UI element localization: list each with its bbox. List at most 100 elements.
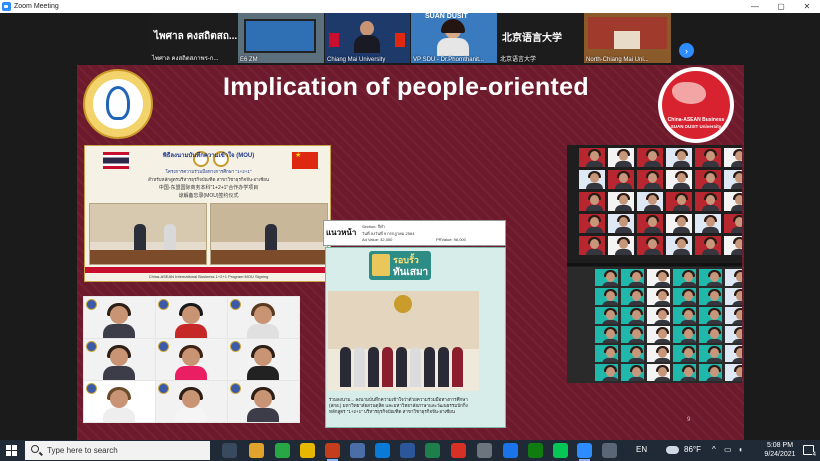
- class-video-tile: [637, 214, 663, 233]
- excel-icon[interactable]: [425, 443, 440, 458]
- shared-screen-slide: Implication of people-oriented China-ASE…: [77, 65, 744, 440]
- newspaper-ad-value: Ad Value: 32,000: [362, 237, 393, 242]
- participant-video: [360, 21, 374, 36]
- class-video-tile: [699, 364, 722, 381]
- pdf-reader-icon[interactable]: [451, 443, 466, 458]
- class-video-tile: [579, 192, 605, 211]
- word-icon[interactable]: [400, 443, 415, 458]
- mou-thai-title: พิธีลงนามบันทึกความเข้าใจ (MOU): [162, 153, 255, 159]
- class-video-tile: [608, 170, 634, 189]
- task-view-icon[interactable]: [222, 443, 237, 458]
- student-video-tile: [84, 297, 155, 338]
- taskbar-search-box[interactable]: Type here to search: [25, 441, 210, 460]
- xbox-icon[interactable]: [528, 443, 543, 458]
- mou-thai-subtitle: โครงการความร่วมมือทางการศึกษา "1+2+1": [165, 169, 252, 174]
- class-video-tile: [608, 192, 634, 211]
- chrome-icon[interactable]: [249, 443, 264, 458]
- class-video-tile: [724, 236, 742, 255]
- mou-chinese-line1: 中国-东盟国际商务本科"1+2+1"合作办学项目: [158, 185, 259, 191]
- volume-icon[interactable]: ◖: [738, 445, 743, 454]
- class-video-tile: [673, 307, 696, 324]
- line-app-icon[interactable]: [275, 443, 290, 458]
- china-asean-business-logo: China-ASEAN Business SUAN DUSIT Universi…: [658, 67, 734, 143]
- file-explorer-icon[interactable]: [300, 443, 315, 458]
- network-icon[interactable]: ▭: [724, 445, 732, 454]
- participant-name: Chiang Mai University: [327, 57, 386, 63]
- tray-chevron-icon[interactable]: ^: [712, 445, 716, 454]
- slide-page-number: 9: [687, 417, 691, 423]
- suan-dusit-university-logo: [83, 69, 153, 139]
- class-video-tile: [725, 364, 742, 381]
- participant-tile[interactable]: ไพศาล คงสถิตสถ... ไพศาล คงสถิตสภาพร-ก...: [150, 13, 237, 63]
- participant-display-name: ไพศาล คงสถิตสถ...: [154, 31, 237, 42]
- windows-start-icon[interactable]: [6, 445, 17, 456]
- participant-gallery-strip: ไพศาล คงสถิตสถ... ไพศาล คงสถิตสภาพร-ก...…: [0, 13, 820, 65]
- media-player-icon[interactable]: [350, 443, 365, 458]
- online-class-screenshots: [567, 145, 742, 383]
- class-video-tile: [595, 364, 618, 381]
- participant-tile[interactable]: SUAN DUSIT VP SDU - Dr.Phornthanit...: [411, 13, 497, 63]
- class-video-tile: [637, 148, 663, 167]
- mou-signing-photo: [210, 203, 328, 265]
- zoom-desktop-screen: Zoom Meeting — ▢ ✕ ไพศาล คงสถิตสถ... ไพศ…: [0, 0, 820, 461]
- class-video-tile: [695, 192, 721, 211]
- participant-name: E6 ZM: [240, 57, 258, 63]
- mou-chinese-line2: 谅解备忘录(MOU)签约仪式: [178, 193, 239, 199]
- class-video-tile: [595, 326, 618, 343]
- class-video-tile: [725, 307, 742, 324]
- newspaper-clipping: รอบรั้ว ทันเสมา ร่วมลงนาม... ลงนามบันทึก…: [325, 247, 506, 428]
- input-language[interactable]: EN: [636, 445, 647, 454]
- class-video-tile: [725, 326, 742, 343]
- participant-tile[interactable]: Chiang Mai University: [325, 13, 410, 63]
- participant-tile[interactable]: North-Chiang Mai Uni...: [584, 13, 671, 63]
- participant-name: VP SDU - Dr.Phornthanit...: [413, 57, 484, 63]
- weather-temperature[interactable]: 86°F: [684, 445, 701, 454]
- class-video-tile: [595, 345, 618, 362]
- student-video-tile: [156, 381, 227, 422]
- participant-tile[interactable]: E6 ZM: [238, 13, 324, 63]
- class-video-tile: [621, 288, 644, 305]
- class-video-tile: [637, 236, 663, 255]
- newspaper-masthead: แนวหน้า Section: กีฬา วันที่ ลงวันที่ 9 …: [323, 220, 506, 246]
- security-shield-icon[interactable]: [602, 443, 617, 458]
- taskbar-clock[interactable]: 5:08 PM 9/24/2021: [756, 441, 804, 459]
- class-video-tile: [673, 288, 696, 305]
- clipping-photo: [328, 291, 479, 391]
- class-video-tile: [595, 269, 618, 286]
- logo-text-line1: China-ASEAN Business: [667, 117, 725, 123]
- class-video-tile: [673, 364, 696, 381]
- photos-icon[interactable]: [477, 443, 492, 458]
- powerpoint-icon[interactable]: [325, 443, 340, 461]
- class-video-tile: [699, 326, 722, 343]
- line-chat-icon[interactable]: [553, 443, 568, 458]
- class-video-tile: [608, 148, 634, 167]
- minimize-button[interactable]: —: [742, 0, 768, 13]
- mou-signing-panel: พิธีลงนามบันทึกความเข้าใจ (MOU) โครงการค…: [84, 145, 332, 282]
- class-video-tile: [666, 192, 692, 211]
- participant-video: [244, 19, 316, 53]
- student-video-tile: [84, 381, 155, 422]
- class-video-tile: [699, 345, 722, 362]
- class-video-tile: [595, 288, 618, 305]
- zoom-taskbar-icon[interactable]: [577, 443, 592, 461]
- class-video-tile: [724, 170, 742, 189]
- student-video-tile: [228, 381, 299, 422]
- class-video-tile: [579, 214, 605, 233]
- gallery-next-arrow-icon[interactable]: ›: [679, 43, 694, 58]
- edge-icon[interactable]: [375, 443, 390, 458]
- class-video-tile: [666, 148, 692, 167]
- class-video-tile: [724, 148, 742, 167]
- class-video-tile: [724, 192, 742, 211]
- class-video-tile: [666, 214, 692, 233]
- chrome-profile-icon[interactable]: [503, 443, 518, 458]
- maximize-button[interactable]: ▢: [768, 0, 794, 13]
- class-video-tile: [637, 170, 663, 189]
- notification-center-icon[interactable]: 4: [803, 445, 817, 458]
- class-video-tile: [673, 326, 696, 343]
- newspaper-brand: แนวหน้า: [326, 228, 357, 237]
- participant-tile[interactable]: 北京语言大学 北京语言大学: [498, 13, 583, 63]
- column-banner-bottom: ทันเสมา: [393, 267, 429, 278]
- clipping-caption: ร่วมลงนาม... ลงนามบันทึกความเข้าใจว่าด้ว…: [329, 397, 468, 414]
- class-video-tile: [724, 214, 742, 233]
- close-button[interactable]: ✕: [794, 0, 820, 13]
